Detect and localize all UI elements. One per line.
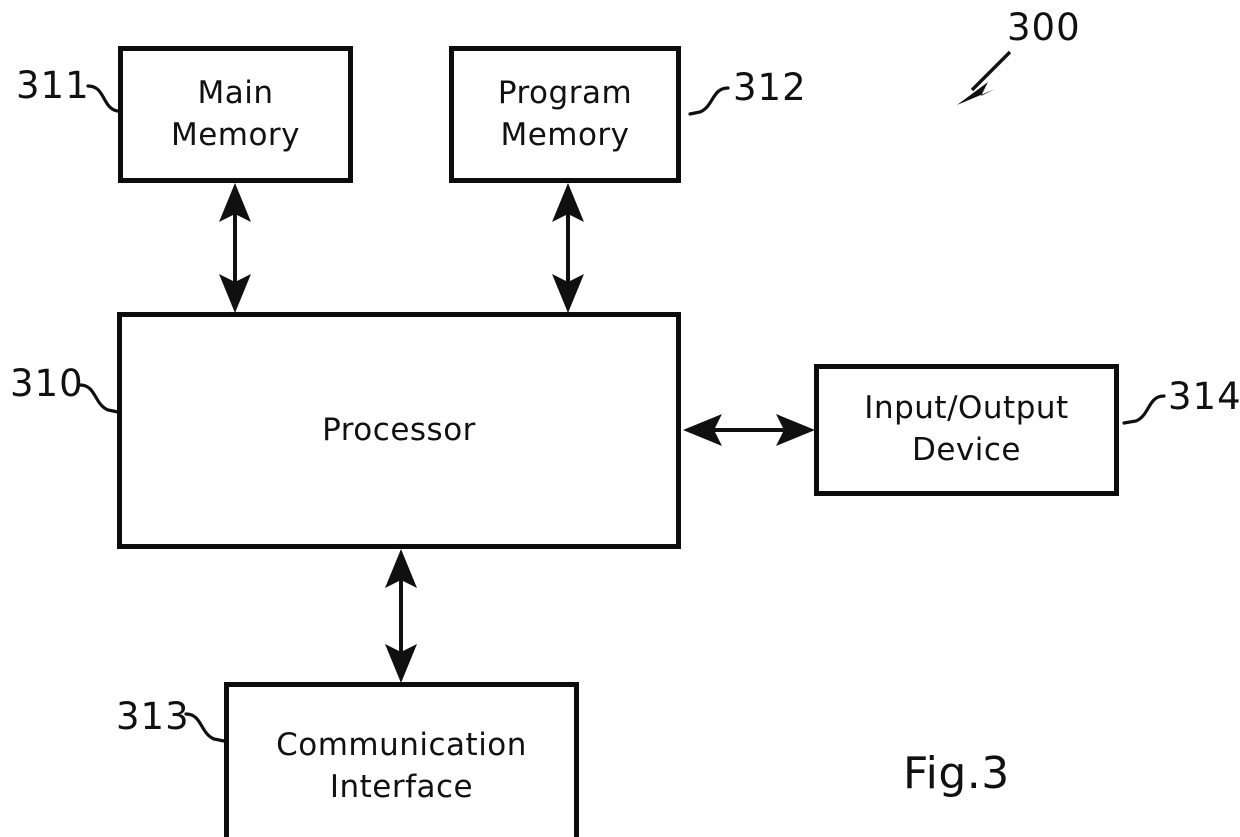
- reference-numeral-311: 311: [16, 64, 90, 107]
- leader-313: [184, 712, 226, 743]
- block-program-memory-label: Program Memory: [497, 74, 633, 153]
- connector-main-memory-processor: [219, 183, 251, 313]
- reference-numeral-313: 313: [116, 695, 190, 738]
- connector-program-memory-processor: [552, 183, 584, 313]
- connector-processor-comm-interface: [385, 549, 417, 683]
- block-communication-interface-label: Communication Interface: [276, 727, 527, 805]
- reference-numeral-300: 300: [1007, 6, 1081, 49]
- block-program-memory: Program Memory: [449, 46, 681, 183]
- reference-numeral-310: 310: [10, 362, 84, 405]
- block-io-device: Input/Output Device: [814, 364, 1119, 496]
- block-communication-interface: Communication Interface: [224, 682, 579, 837]
- patent-figure-canvas: Main Memory Program Memory Processor Inp…: [0, 0, 1240, 837]
- connector-processor-io-device: [683, 414, 815, 446]
- leader-311: [86, 84, 123, 114]
- block-processor: Processor: [117, 312, 681, 549]
- reference-numeral-312: 312: [733, 66, 807, 109]
- leader-300: [957, 50, 1012, 105]
- figure-caption: Fig.3: [903, 748, 1010, 799]
- block-main-memory: Main Memory: [118, 46, 353, 183]
- block-io-device-label: Input/Output Device: [864, 390, 1069, 468]
- reference-numeral-314: 314: [1168, 375, 1240, 418]
- leader-314: [1122, 394, 1166, 425]
- leader-312: [688, 86, 730, 116]
- leader-310: [78, 383, 120, 414]
- block-processor-label: Processor: [322, 411, 476, 448]
- block-main-memory-label: Main Memory: [170, 74, 301, 153]
